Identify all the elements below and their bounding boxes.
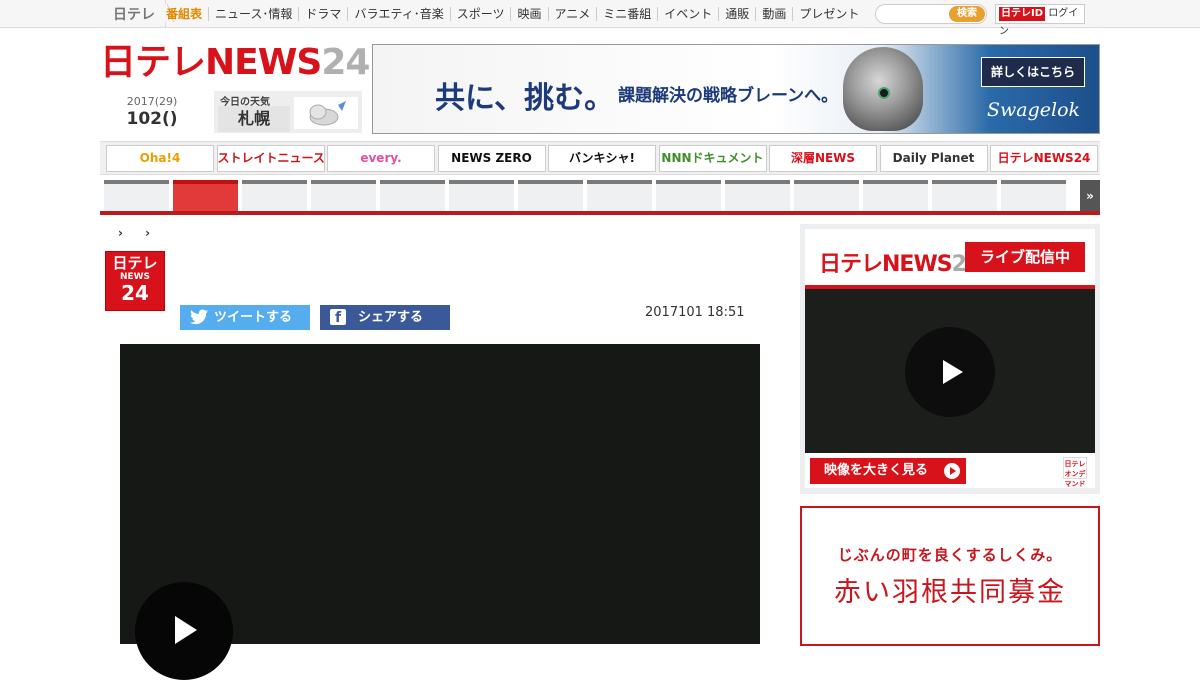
category-tab[interactable] [242, 180, 307, 212]
category-tab[interactable] [656, 180, 721, 212]
search-box: 検索 [875, 4, 987, 26]
article-logo-line3: 24 [121, 281, 149, 305]
global-nav-item[interactable]: ミニ番組 [597, 7, 659, 21]
global-nav-list: 番組表 ニュース･情報 ドラマ バラエティ･音楽 スポーツ 映画 アニメ ミニ番組 イベント 通販… [160, 0, 865, 28]
watch-larger-button[interactable]: 映像を大きく見る [810, 458, 966, 484]
category-tab[interactable] [449, 180, 514, 212]
banner-brand-logo: Swagelok [987, 99, 1081, 121]
program-logo[interactable]: 日テレNEWS24 [990, 145, 1098, 172]
tabs-more-button[interactable]: » [1080, 180, 1100, 212]
live-stream-header: 日テレNEWS24 ライブ配信中 [805, 229, 1095, 287]
category-tab[interactable] [518, 180, 583, 212]
facebook-f-icon: f [330, 309, 346, 326]
category-tab[interactable] [725, 180, 790, 212]
program-logo[interactable]: ストレイトニュース [216, 145, 325, 172]
live-stream-box: 日テレNEWS24 ライブ配信中 映像を大きく見る 日テレ オンデマンド [800, 224, 1100, 494]
banner-cta-button[interactable]: 詳しくはこちら [981, 57, 1085, 87]
global-nav-item[interactable]: 映画 [511, 7, 549, 21]
program-logo[interactable]: Oha!4 [106, 145, 214, 172]
watch-larger-label: 映像を大きく見る [824, 463, 929, 478]
date-value: 102() [126, 109, 178, 129]
global-nav-item[interactable]: スポーツ [451, 7, 512, 21]
live-stream-footer: 映像を大きく見る 日テレ オンデマンド [805, 453, 1095, 488]
category-tab[interactable] [311, 180, 376, 212]
article-logo-line1: 日テレ [112, 254, 158, 272]
category-tab[interactable] [587, 180, 652, 212]
global-nav-item[interactable]: ドラマ [299, 7, 349, 21]
category-tab[interactable] [380, 180, 445, 212]
weather-widget[interactable]: 今日の天気 札幌 [214, 91, 362, 133]
global-nav: 日テレ 番組表 ニュース･情報 ドラマ バラエティ･音楽 スポーツ 映画 アニメ ミニ番組 イベ… [0, 0, 1200, 37]
live-logo-main: 日テレNEWS [819, 252, 953, 277]
global-nav-item[interactable]: 通販 [719, 7, 757, 21]
site-logo-main: 日テレNEWS [100, 42, 322, 83]
global-nav-item[interactable]: プレゼント [793, 7, 865, 21]
search-input[interactable] [882, 7, 952, 26]
category-tab[interactable] [794, 180, 859, 212]
program-logo[interactable]: Daily Planet [879, 145, 988, 172]
program-logo[interactable]: NNNドキュメント [658, 145, 767, 172]
site-logo-num: 24 [321, 42, 370, 83]
banner-subline: 課題解決の戦略ブレーンへ。 [618, 86, 839, 106]
banner-headline: 共に、挑む。 [435, 81, 615, 116]
program-logo[interactable]: 深層NEWS [769, 145, 877, 172]
brain-image [843, 47, 923, 131]
live-stream-logo: 日テレNEWS24 [819, 246, 981, 278]
ad-title: 赤い羽根共同募金 [834, 577, 1066, 608]
category-tab[interactable] [1001, 180, 1066, 212]
play-icon[interactable] [135, 582, 233, 680]
category-tab[interactable] [173, 180, 238, 212]
video-player[interactable] [120, 344, 760, 680]
global-nav-item[interactable]: 動画 [756, 7, 794, 21]
date-label: 2017(29) [126, 95, 178, 108]
live-badge: ライブ配信中 [965, 242, 1085, 272]
live-video-player[interactable] [805, 289, 1095, 453]
login-button[interactable]: 日テレID ログイン [995, 4, 1085, 37]
global-nav-item[interactable]: バラエティ･音楽 [348, 7, 451, 21]
category-tab[interactable] [932, 180, 997, 212]
global-nav-item[interactable]: アニメ [549, 7, 598, 21]
program-logo[interactable]: バンキシャ! [548, 145, 656, 172]
program-logo[interactable]: every. [327, 145, 435, 172]
breadcrumb-separator: › [145, 226, 151, 240]
tweet-label: ツイートする [214, 310, 293, 325]
play-icon[interactable] [905, 327, 995, 417]
category-tab[interactable] [863, 180, 928, 212]
search-button[interactable]: 検索 [949, 6, 985, 22]
tweet-button[interactable]: ツイートする [180, 305, 310, 330]
cloud-rain-icon [294, 97, 358, 129]
facebook-share-button[interactable]: f シェアする [320, 305, 450, 330]
breadcrumb: › › [118, 226, 168, 240]
ntv-home-link[interactable]: 日テレ [103, 0, 166, 28]
ntv-ondemand-logo[interactable]: 日テレ オンデマンド [1063, 457, 1087, 488]
ad-tagline: じぶんの町を良くするしくみ。 [837, 546, 1063, 564]
red-feather-ad[interactable]: じぶんの町を良くするしくみ。 赤い羽根共同募金 [800, 506, 1100, 646]
brain-center-dot [878, 87, 890, 99]
global-nav-item[interactable]: イベント [658, 7, 720, 21]
site-logo[interactable]: 日テレNEWS24 [100, 42, 370, 83]
facebook-share-label: シェアする [358, 310, 424, 325]
breadcrumb-separator: › [118, 226, 123, 240]
tabs-underline [100, 211, 1100, 215]
program-logos-bar: Oha!4 ストレイトニュース every. NEWS ZERO バンキシャ! NNNドキ… [100, 141, 1100, 175]
arrow-right-icon [944, 463, 960, 479]
banner-ad[interactable]: 共に、挑む。 課題解決の戦略ブレーンへ。 詳しくはこちら Swagelok [372, 44, 1100, 134]
weather-city: 札幌 [218, 106, 290, 132]
category-tab[interactable] [104, 180, 169, 212]
global-nav-item[interactable]: 番組表 [160, 7, 210, 21]
article-source-logo: 日テレ NEWS 24 [105, 251, 165, 311]
article-timestamp: 2017101 18:51 [645, 305, 745, 320]
global-nav-item[interactable]: ニュース･情報 [209, 7, 300, 21]
ntv-id-logo: 日テレID [999, 7, 1046, 21]
twitter-bird-icon [190, 309, 208, 326]
program-logo[interactable]: NEWS ZERO [437, 145, 546, 172]
